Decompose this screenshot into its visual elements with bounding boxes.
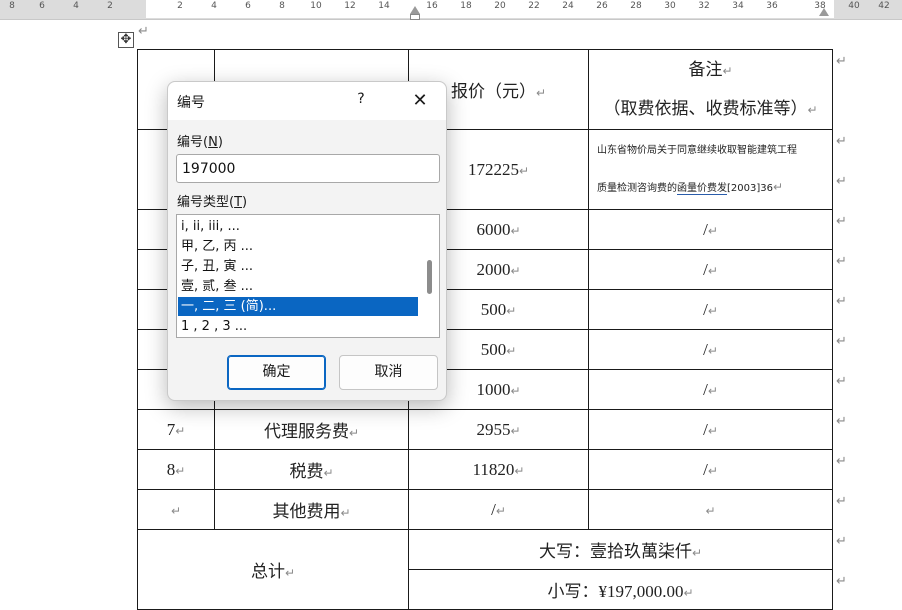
left-indent-box[interactable]: [410, 14, 420, 20]
header-note-sub-label: （取费依据、收费标准等）: [603, 98, 808, 118]
dialog-title: 编号: [177, 95, 205, 111]
ruler-number: 10: [310, 1, 322, 11]
ruler-number: 18: [460, 1, 472, 11]
table-row: 8↵ 税费↵ 11820↵ /↵: [137, 449, 833, 490]
cell-name[interactable]: 税费↵: [214, 449, 409, 490]
cell-note[interactable]: /↵: [588, 449, 833, 490]
cell-no[interactable]: 8↵: [137, 449, 215, 490]
table-row: 7↵ 代理服务费↵ 2955↵ /↵: [137, 409, 833, 450]
cancel-button[interactable]: 取消: [339, 355, 438, 390]
list-item[interactable]: 子, 丑, 寅 ...: [178, 257, 418, 276]
number-type-label: 编号类型(T): [177, 195, 248, 210]
close-icon[interactable]: ✕: [406, 87, 434, 115]
ruler-number: 28: [630, 1, 642, 11]
total-upper-cell[interactable]: 大写：壹拾玖萬柒仟↵: [408, 529, 833, 570]
cell-no[interactable]: 7↵: [137, 409, 215, 450]
numbering-dialog: 编号 ? ✕ 编号(N) 编号类型(T) i, ii, iii, ... 甲, …: [167, 81, 447, 401]
list-item[interactable]: 壹, 贰, 叁 ...: [178, 277, 418, 296]
cell-note[interactable]: ↵: [588, 489, 833, 530]
total-label: 总计: [250, 562, 285, 581]
ruler-number: 42: [878, 1, 890, 11]
cell-price[interactable]: 11820↵: [408, 449, 589, 490]
number-type-list[interactable]: i, ii, iii, ... 甲, 乙, 丙 ... 子, 丑, 寅 ... …: [176, 214, 440, 338]
paragraph-mark: ↵: [138, 24, 149, 39]
header-price-label: 报价（元）: [450, 82, 536, 101]
ruler-number: 32: [698, 1, 710, 11]
table-row: ↵ 其他费用↵ /↵ ↵: [137, 489, 833, 530]
help-icon[interactable]: ?: [351, 91, 371, 107]
table-move-handle-icon[interactable]: ✥: [118, 32, 134, 48]
total-upper-text: 大写：壹拾玖萬柒仟: [538, 542, 692, 561]
number-label: 编号(N): [177, 135, 223, 150]
ruler-number: 20: [494, 1, 506, 11]
dialog-titlebar[interactable]: 编号 ? ✕: [168, 82, 446, 120]
cell-note[interactable]: /↵: [588, 409, 833, 450]
number-input[interactable]: [176, 154, 440, 183]
cell-price[interactable]: 2955↵: [408, 409, 589, 450]
list-item-selected[interactable]: 一, 二, 三 (简)...: [178, 297, 418, 316]
cell-name[interactable]: 其他费用↵: [214, 489, 409, 530]
total-label-cell[interactable]: 总计↵: [137, 529, 409, 610]
cell-note[interactable]: /↵: [588, 209, 833, 250]
ruler-number: 4: [211, 1, 217, 11]
scrollbar-thumb[interactable]: [427, 260, 432, 294]
right-indent-marker[interactable]: [819, 8, 829, 16]
ruler-number: 4: [73, 1, 79, 11]
ruler-number: 30: [664, 1, 676, 11]
ruler-number: 8: [279, 1, 285, 11]
header-cell-note[interactable]: 备注↵ （取费依据、收费标准等）↵: [588, 49, 833, 130]
ruler-number: 16: [426, 1, 438, 11]
ok-button[interactable]: 确定: [227, 355, 326, 390]
cell-no[interactable]: ↵: [137, 489, 215, 530]
ruler-number: 36: [766, 1, 778, 11]
regulation-link[interactable]: 函量价费发: [677, 182, 727, 195]
cell-note[interactable]: /↵: [588, 289, 833, 330]
total-lower-cell[interactable]: 小写：¥197,000.00↵: [408, 569, 833, 610]
ruler-number: 6: [39, 1, 45, 11]
list-item[interactable]: i, ii, iii, ...: [178, 217, 418, 236]
ruler-number: 6: [245, 1, 251, 11]
cell-note[interactable]: /↵: [588, 369, 833, 410]
ruler-number: 2: [107, 1, 113, 11]
ruler-number: 22: [528, 1, 540, 11]
total-row: 总计↵ 大写：壹拾玖萬柒仟↵: [137, 529, 833, 610]
ruler-number: 8: [9, 1, 15, 11]
cell-note[interactable]: 山东省物价局关于同意继续收取智能建筑工程 质量检测咨询费的函量价费发[2003]…: [588, 129, 833, 210]
list-item[interactable]: 甲, 乙, 丙 ...: [178, 237, 418, 256]
left-indent-marker[interactable]: [410, 6, 420, 14]
header-note-label: 备注: [688, 59, 723, 79]
ruler-number: 14: [378, 1, 390, 11]
ruler-number: 12: [344, 1, 356, 11]
ruler-number: 26: [596, 1, 608, 11]
ruler-number: 34: [732, 1, 744, 11]
cell-note[interactable]: /↵: [588, 329, 833, 370]
cell-note[interactable]: /↵: [588, 249, 833, 290]
ruler-number: 2: [177, 1, 183, 11]
total-lower-text: 小写：¥197,000.00: [547, 582, 684, 601]
cell-name[interactable]: 代理服务费↵: [214, 409, 409, 450]
ruler-number: 24: [562, 1, 574, 11]
list-scrollbar[interactable]: [420, 216, 438, 336]
cell-price[interactable]: /↵: [408, 489, 589, 530]
horizontal-ruler[interactable]: 8 6 4 2 2 4 6 8 10 12 14 16 18 20 22 24 …: [0, 0, 902, 20]
list-item[interactable]: 1 , 2 , 3 ...: [178, 317, 418, 336]
ruler-number: 40: [848, 1, 860, 11]
